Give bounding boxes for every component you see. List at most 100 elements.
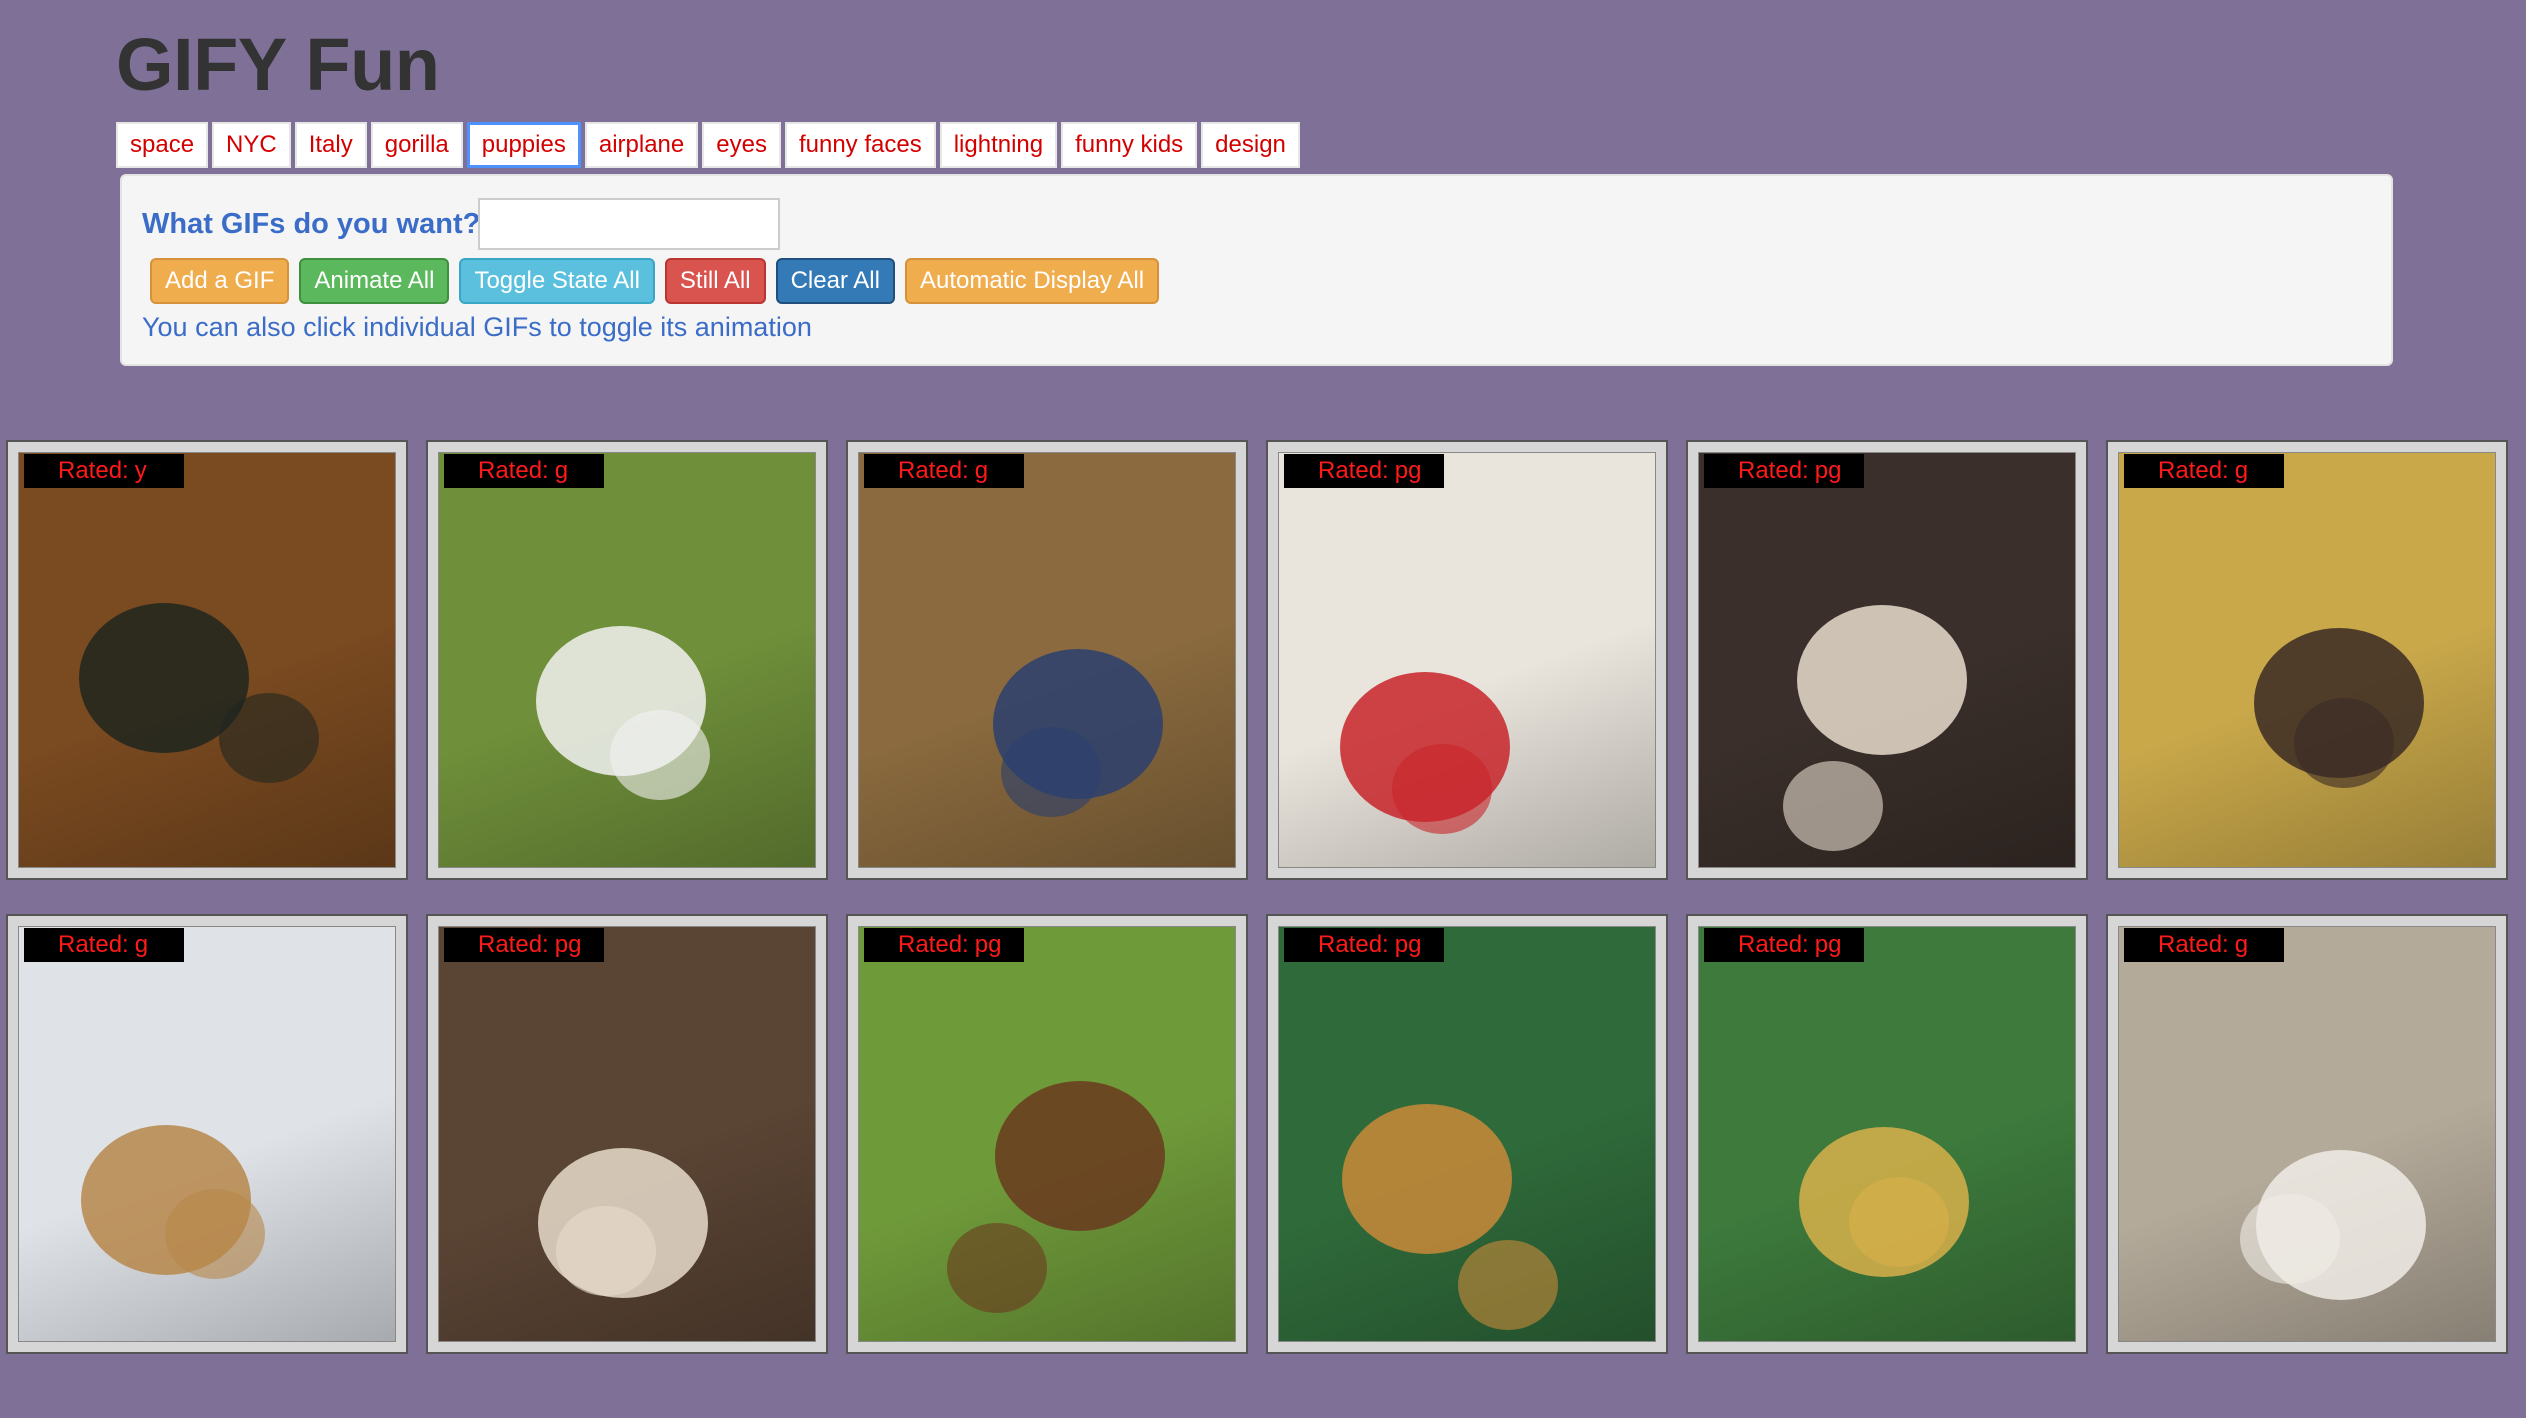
rating-value: y (134, 457, 147, 484)
control-panel: What GIFs do you want? Add a GIF Animate… (120, 174, 2393, 366)
topic-button[interactable]: funny faces (784, 122, 936, 168)
rating-prefix: Rated: (2158, 931, 2229, 958)
gif-subject (219, 693, 319, 783)
help-text: You can also click individual GIFs to to… (142, 312, 812, 342)
gif-subject (1458, 1240, 1558, 1330)
rating-prefix: Rated: (2158, 457, 2229, 484)
rating-prefix: Rated: (1738, 931, 1809, 958)
rating-value: g (554, 457, 569, 484)
gif-image[interactable] (858, 452, 1236, 868)
rating-badge: Rated: pg (1704, 454, 1864, 488)
gif-card[interactable]: Rated: pg (846, 914, 1248, 1354)
gif-card[interactable]: Rated: g (426, 440, 828, 880)
gif-grid: Rated: y Rated: g Rated: g Rated: pg Rated: pg Rat… (6, 440, 2508, 1354)
topic-button[interactable]: gorilla (370, 122, 463, 168)
rating-badge: Rated: g (864, 454, 1024, 488)
rating-badge: Rated: g (2124, 928, 2284, 962)
gif-image[interactable] (2118, 926, 2496, 1342)
rating-badge: Rated: pg (1284, 454, 1444, 488)
gif-subject (165, 1189, 265, 1279)
gif-card[interactable]: Rated: pg (1686, 914, 2088, 1354)
rating-value: pg (1814, 457, 1842, 484)
gif-image[interactable] (1278, 452, 1656, 868)
rating-prefix: Rated: (1738, 457, 1809, 484)
rating-prefix: Rated: (1318, 457, 1389, 484)
rating-value: pg (1814, 931, 1842, 958)
gif-image[interactable] (2118, 452, 2496, 868)
topic-button[interactable]: design (1201, 122, 1300, 168)
topic-button[interactable]: Italy (294, 122, 367, 168)
gif-image[interactable] (858, 926, 1236, 1342)
animate-all-button[interactable]: Animate All (299, 258, 450, 304)
rating-badge: Rated: y (24, 454, 184, 488)
gif-subject (947, 1223, 1047, 1313)
gif-card[interactable]: Rated: pg (426, 914, 828, 1354)
rating-prefix: Rated: (898, 457, 969, 484)
topic-button[interactable]: puppies (466, 122, 581, 168)
gif-card[interactable]: Rated: pg (1266, 914, 1668, 1354)
topic-button[interactable]: NYC (212, 122, 291, 168)
topic-button[interactable]: airplane (584, 122, 699, 168)
gif-subject (1392, 744, 1492, 834)
rating-badge: Rated: g (444, 454, 604, 488)
gif-card[interactable]: Rated: g (846, 440, 1248, 880)
topic-button[interactable]: lightning (939, 122, 1058, 168)
gif-subject (1783, 761, 1883, 851)
gif-card[interactable]: Rated: g (2106, 914, 2508, 1354)
gif-image[interactable] (1278, 926, 1656, 1342)
gif-subject (2294, 698, 2394, 788)
gif-image[interactable] (18, 926, 396, 1342)
gif-subject (1849, 1177, 1949, 1267)
rating-value: g (134, 931, 149, 958)
topic-button[interactable]: eyes (702, 122, 781, 168)
rating-prefix: Rated: (58, 457, 129, 484)
rating-prefix: Rated: (58, 931, 129, 958)
gif-subject (556, 1206, 656, 1296)
rating-prefix: Rated: (478, 931, 549, 958)
rating-prefix: Rated: (1318, 931, 1389, 958)
rating-value: pg (1394, 457, 1422, 484)
query-label: What GIFs do you want? (142, 208, 481, 240)
rating-value: pg (1394, 931, 1422, 958)
rating-badge: Rated: pg (864, 928, 1024, 962)
automatic-display-all-button[interactable]: Automatic Display All (904, 258, 1160, 304)
rating-prefix: Rated: (898, 931, 969, 958)
gif-subject (1001, 727, 1101, 817)
rating-value: g (2234, 931, 2249, 958)
rating-value: pg (554, 931, 582, 958)
gif-subject (995, 1081, 1165, 1231)
gif-card[interactable]: Rated: g (6, 914, 408, 1354)
gif-subject (2240, 1194, 2340, 1284)
page-title: GIFY Fun (116, 23, 440, 106)
gif-subject (1797, 605, 1967, 755)
topic-bar: space NYC Italy gorilla puppies airplane eyes f… (116, 122, 1300, 168)
gif-card[interactable]: Rated: g (2106, 440, 2508, 880)
gif-card[interactable]: Rated: y (6, 440, 408, 880)
gif-subject (1342, 1104, 1512, 1254)
clear-all-button[interactable]: Clear All (775, 258, 895, 304)
gif-image[interactable] (1698, 452, 2076, 868)
rating-value: g (974, 457, 989, 484)
query-input[interactable] (478, 198, 780, 250)
rating-value: pg (974, 931, 1002, 958)
action-buttons: Add a GIF Animate All Toggle State All S… (150, 258, 1160, 304)
rating-badge: Rated: pg (1284, 928, 1444, 962)
gif-card[interactable]: Rated: pg (1686, 440, 2088, 880)
rating-value: g (2234, 457, 2249, 484)
toggle-state-all-button[interactable]: Toggle State All (459, 258, 655, 304)
rating-prefix: Rated: (478, 457, 549, 484)
gif-image[interactable] (18, 452, 396, 868)
rating-badge: Rated: g (24, 928, 184, 962)
add-gif-button[interactable]: Add a GIF (150, 258, 290, 304)
gif-image[interactable] (438, 452, 816, 868)
gif-card[interactable]: Rated: pg (1266, 440, 1668, 880)
topic-button[interactable]: funny kids (1061, 122, 1198, 168)
topic-button[interactable]: space (116, 122, 209, 168)
gif-image[interactable] (438, 926, 816, 1342)
rating-badge: Rated: pg (444, 928, 604, 962)
rating-badge: Rated: pg (1704, 928, 1864, 962)
still-all-button[interactable]: Still All (664, 258, 766, 304)
gif-image[interactable] (1698, 926, 2076, 1342)
gif-subject (610, 710, 710, 800)
rating-badge: Rated: g (2124, 454, 2284, 488)
